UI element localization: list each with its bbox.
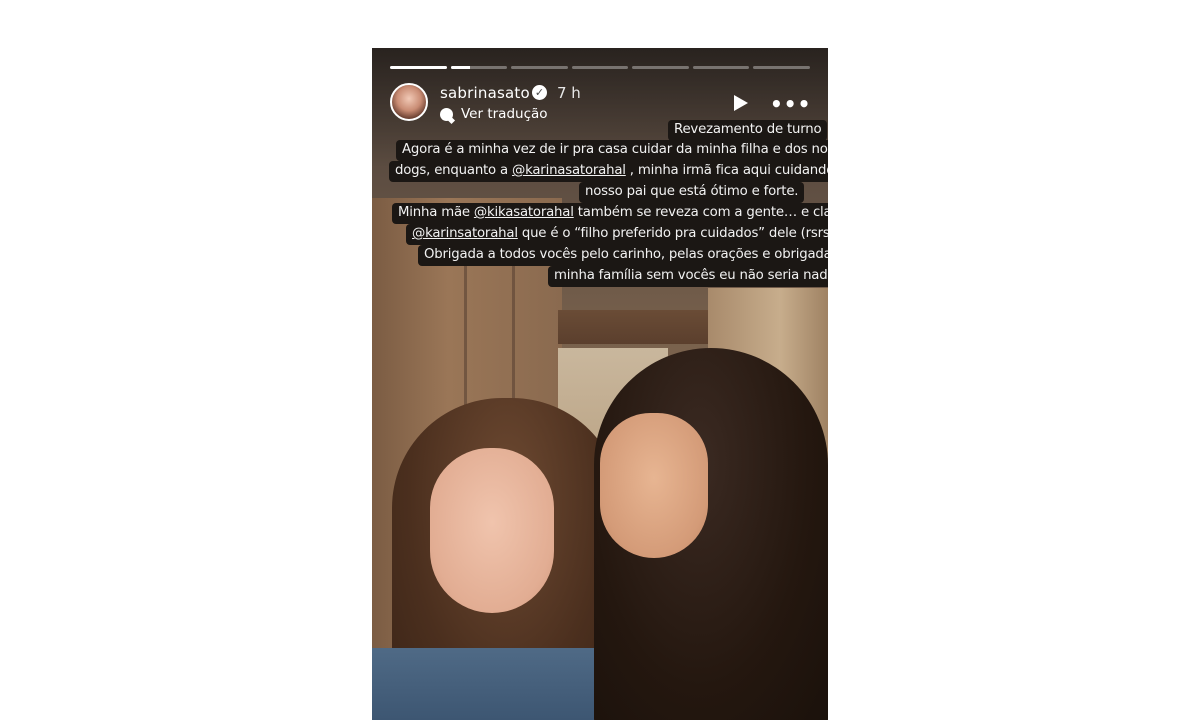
story-progress-bar — [390, 66, 811, 69]
progress-segment — [692, 66, 750, 69]
caption-line: @karinsatorahal que é o “filho preferido… — [406, 224, 828, 245]
caption-line: minha família sem vocês eu não seria nad… — [548, 266, 828, 287]
caption-text: que é o “filho preferido pra cuidados” d… — [517, 226, 828, 241]
see-translation-link[interactable]: Ver tradução — [461, 106, 548, 122]
caption-text: dogs, enquanto a — [395, 163, 512, 178]
caption-line: Minha mãe @kikasatorahal também se revez… — [392, 203, 828, 224]
story-viewer[interactable]: sabrinasato ✓ 7 h Ver tradução ••• Revez… — [372, 48, 828, 720]
more-icon[interactable]: ••• — [770, 92, 811, 116]
progress-segment-current — [450, 66, 508, 69]
caption-line: Obrigada a todos vocês pelo carinho, pel… — [418, 245, 828, 266]
avatar[interactable] — [390, 83, 428, 121]
caption-text: também se reveza com a gente… e claro, o — [577, 205, 828, 220]
caption-line: Agora é a minha vez de ir pra casa cuida… — [396, 140, 828, 161]
translate-icon[interactable] — [440, 108, 453, 121]
mention-link[interactable]: @karinsatorahal — [412, 226, 518, 241]
caption-line: nosso pai que está ótimo e forte. — [579, 182, 805, 203]
caption-text: , minha irmã fica aqui cuidando do — [629, 163, 828, 178]
caption-title: Revezamento de turno — [668, 120, 828, 141]
mention-link[interactable]: @kikasatorahal — [474, 205, 574, 220]
progress-segment — [571, 66, 629, 69]
photo-person-left-face — [430, 448, 554, 613]
progress-segment — [390, 66, 447, 69]
progress-segment — [632, 66, 689, 69]
photo-person-right-face — [600, 413, 708, 558]
username-link[interactable]: sabrinasato — [440, 84, 530, 102]
caption-text: Minha mãe — [398, 205, 474, 220]
verified-badge-icon: ✓ — [532, 85, 547, 100]
progress-segment — [753, 66, 811, 69]
story-timestamp: 7 h — [557, 84, 581, 102]
mention-link[interactable]: @karinasatorahal — [512, 163, 626, 178]
progress-segment — [511, 66, 568, 69]
caption-line: dogs, enquanto a @karinasatorahal , minh… — [389, 161, 828, 182]
play-icon[interactable] — [734, 95, 748, 111]
